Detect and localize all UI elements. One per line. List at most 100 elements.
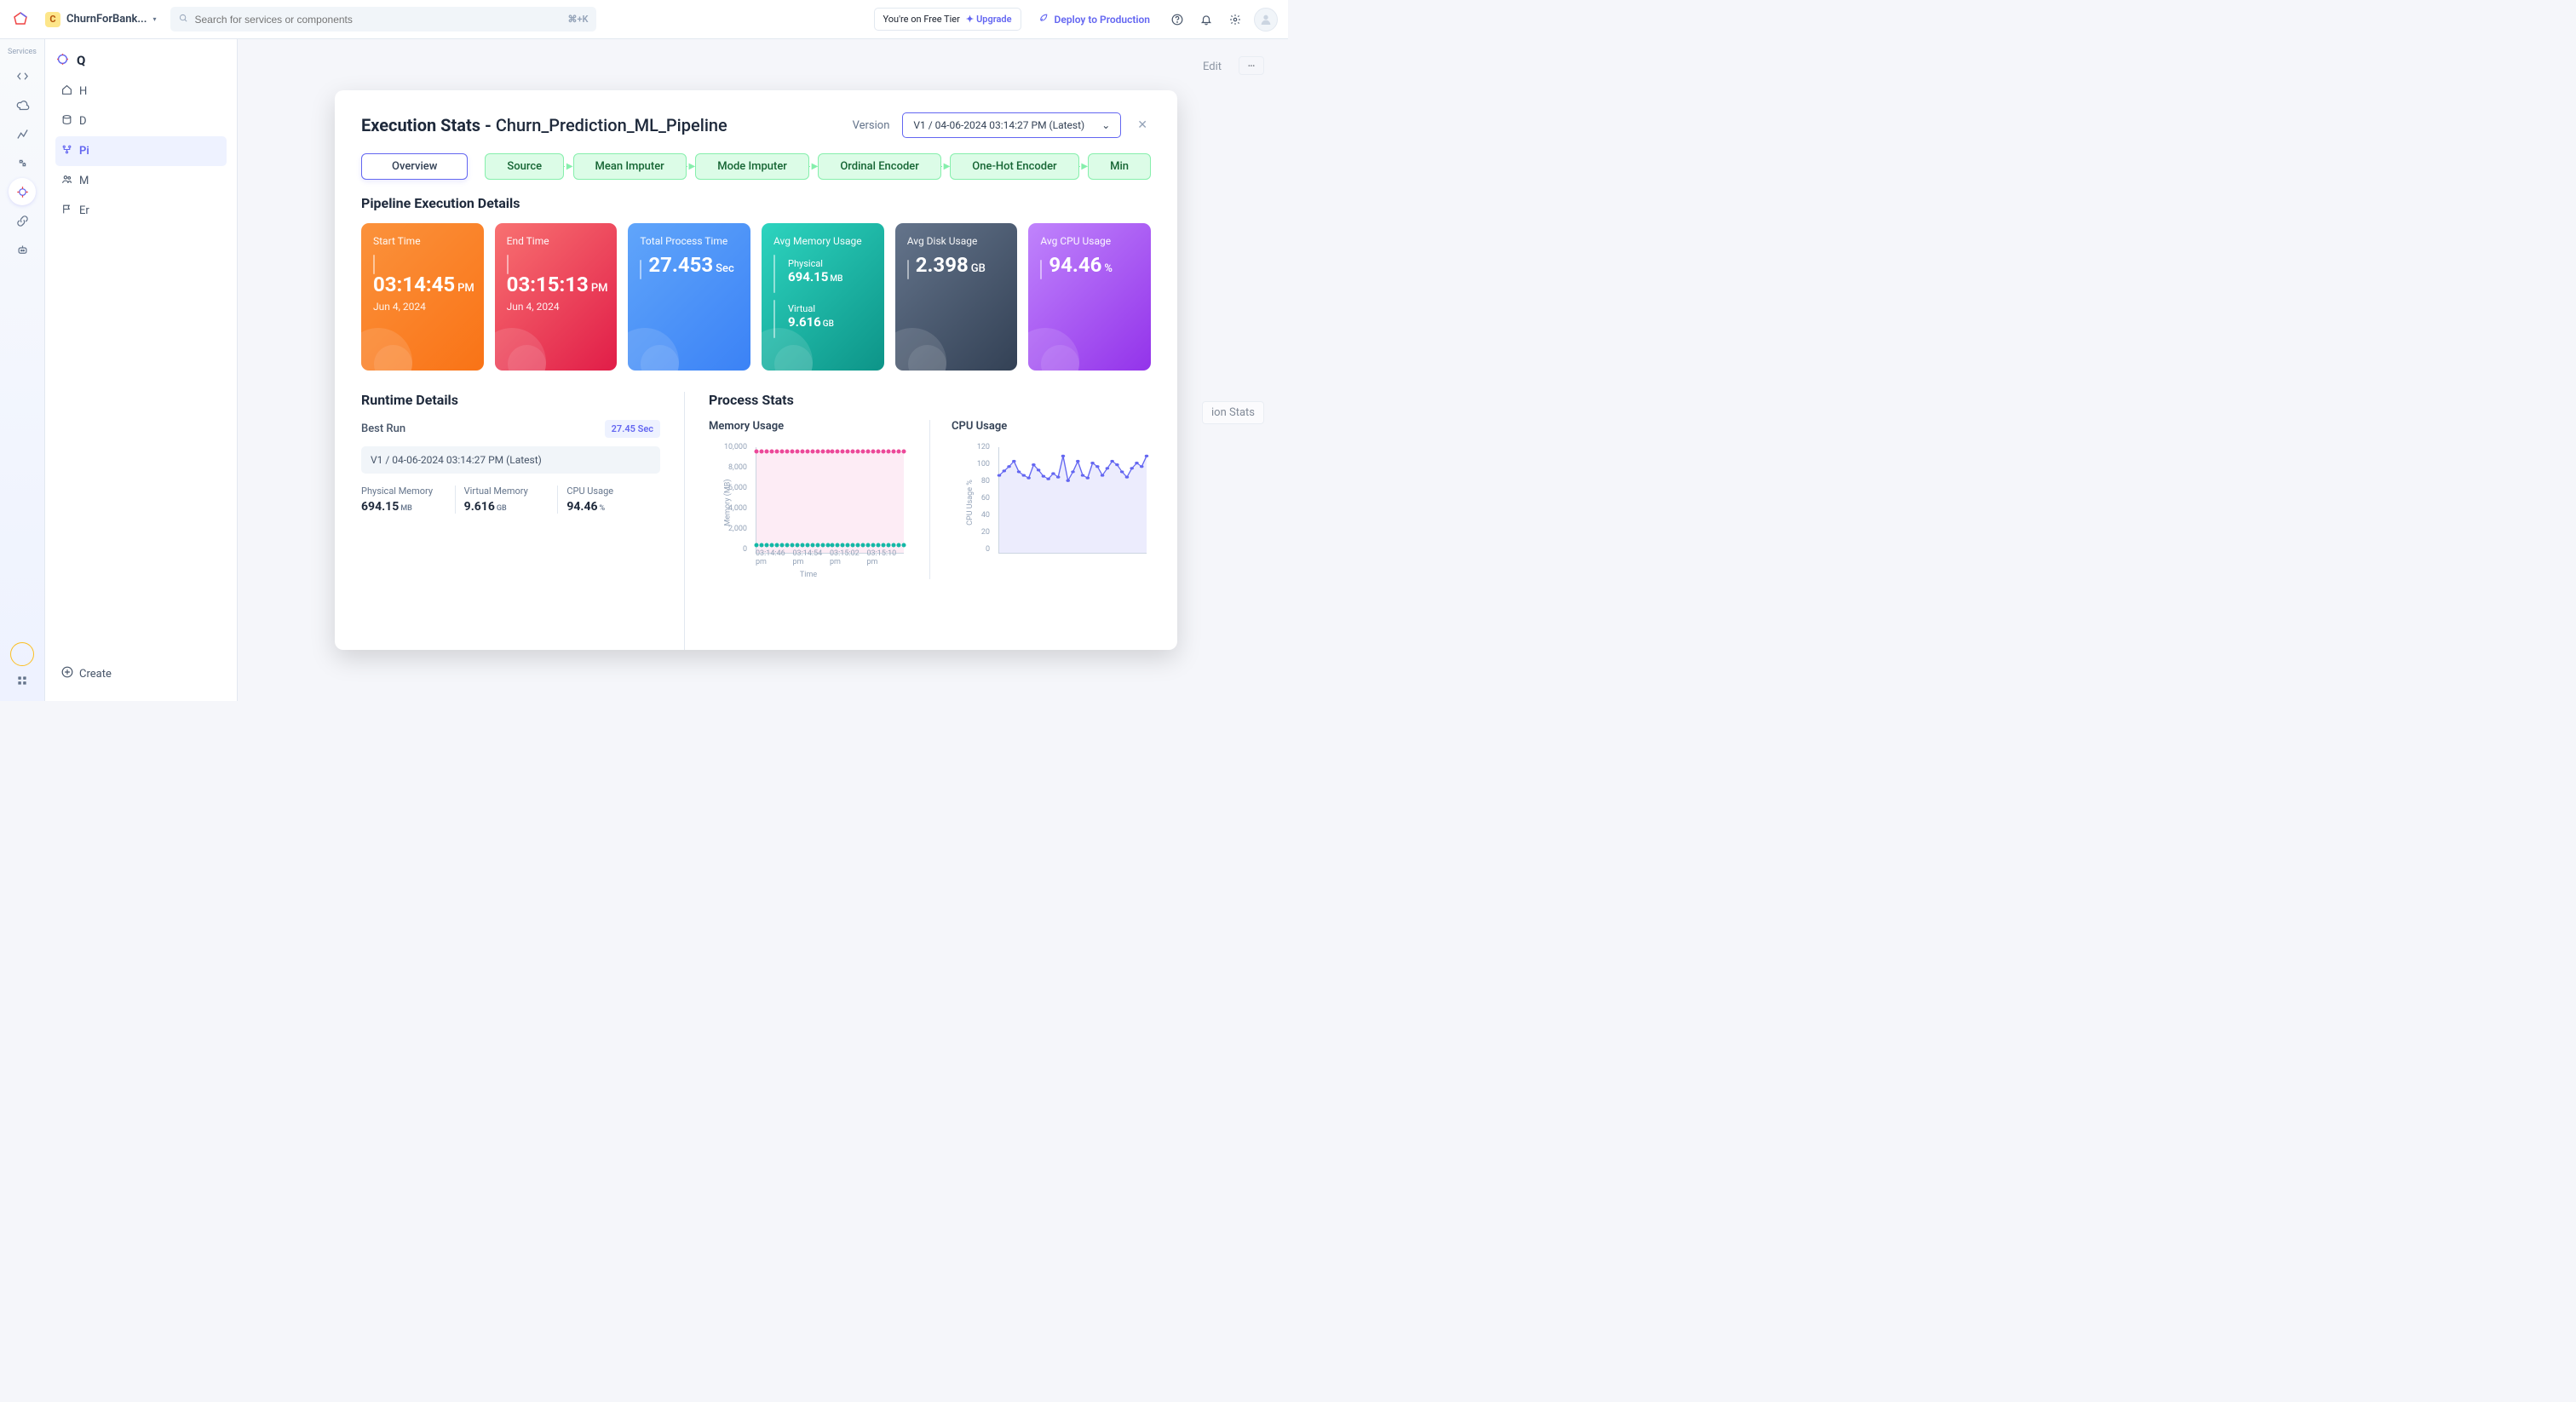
- bg-more[interactable]: •••: [1239, 56, 1264, 75]
- tier-chip: You're on Free Tier ✦ Upgrade: [874, 8, 1021, 31]
- best-run-value: 27.45 Sec: [605, 420, 660, 438]
- process-panel: Process Stats Memory Usage Memory (MB) 1…: [685, 392, 1151, 650]
- rocket-icon: [1038, 13, 1049, 26]
- sidenav-label: Er: [79, 204, 89, 217]
- avatar[interactable]: [1254, 8, 1278, 32]
- sparkle-icon: ✦: [966, 14, 974, 25]
- rail-item-cloud[interactable]: [9, 91, 36, 118]
- home-icon: [61, 84, 72, 99]
- stage-overview[interactable]: Overview: [361, 153, 468, 180]
- card-total-time: Total Process Time 27.453Sec: [628, 223, 750, 371]
- deploy-button[interactable]: Deploy to Production: [1030, 8, 1159, 32]
- rail-item-bot[interactable]: [9, 236, 36, 263]
- sidenav-item-events[interactable]: Er: [55, 196, 227, 226]
- sidenav-icon: [55, 52, 70, 68]
- runtime-title: Runtime Details: [361, 392, 660, 408]
- bell-button[interactable]: [1196, 9, 1216, 30]
- metric-virtual: Virtual Memory 9.616GB: [455, 486, 558, 514]
- sidenav-item-home[interactable]: H: [55, 77, 227, 106]
- bg-stats-btn[interactable]: ion Stats: [1202, 401, 1264, 424]
- mem-virtual-unit: GB: [823, 319, 834, 329]
- sidenav-label: D: [79, 115, 87, 128]
- memory-chart-title: Memory Usage: [709, 420, 908, 433]
- project-selector[interactable]: C ChurnForBank... ▾: [39, 9, 162, 31]
- stage-onehot[interactable]: One-Hot Encoder: [950, 153, 1078, 180]
- sidenav-item-models[interactable]: M: [55, 166, 227, 196]
- metric-value: 694.15: [361, 500, 399, 514]
- title-prefix: Execution Stats -: [361, 115, 496, 135]
- card-value: 94.46: [1049, 253, 1101, 277]
- card-unit: GB: [971, 262, 986, 275]
- close-button[interactable]: ✕: [1134, 115, 1151, 135]
- cpu-chart-title: CPU Usage: [952, 420, 1151, 433]
- brand-logo[interactable]: [10, 9, 31, 30]
- version-value: V1 / 04-06-2024 03:14:27 PM (Latest): [913, 119, 1084, 131]
- card-label: Start Time: [373, 235, 472, 247]
- card-disk: Avg Disk Usage 2.398GB: [895, 223, 1018, 371]
- card-value: 27.453: [648, 253, 713, 277]
- deploy-label: Deploy to Production: [1055, 14, 1150, 26]
- card-date: Jun 4, 2024: [507, 301, 606, 313]
- upgrade-label: Upgrade: [976, 14, 1011, 25]
- runtime-metrics: Physical Memory 694.15MB Virtual Memory …: [361, 486, 660, 514]
- mem-physical-val: 694.15: [788, 269, 828, 284]
- stage-mean[interactable]: Mean Imputer: [573, 153, 687, 180]
- version-label: Version: [853, 119, 890, 132]
- settings-button[interactable]: [1225, 9, 1245, 30]
- stage-ordinal[interactable]: Ordinal Encoder: [818, 153, 941, 180]
- rail-item-code[interactable]: [9, 62, 36, 89]
- mem-virtual-label: Virtual: [788, 303, 834, 314]
- stage-mode[interactable]: Mode Imputer: [695, 153, 809, 180]
- card-start-time: Start Time 03:14:45PM Jun 4, 2024: [361, 223, 484, 371]
- x-label: Time: [800, 571, 817, 579]
- card-label: End Time: [507, 235, 606, 247]
- topbar: C ChurnForBank... ▾ ⌘+K You're on Free T…: [0, 0, 1288, 39]
- service-rail: Services: [0, 39, 45, 701]
- stage-min[interactable]: Min: [1088, 153, 1151, 180]
- modal-title: Execution Stats - Churn_Prediction_ML_Pi…: [361, 115, 727, 135]
- create-button[interactable]: Create: [55, 659, 227, 688]
- upgrade-link[interactable]: ✦ Upgrade: [966, 14, 1012, 25]
- rail-item-pipelines[interactable]: [9, 178, 36, 205]
- search-kbd: ⌘+K: [567, 14, 588, 25]
- rail-item-integrations[interactable]: [9, 149, 36, 176]
- card-unit: PM: [591, 282, 608, 295]
- stage-source[interactable]: Source: [485, 153, 564, 180]
- chevron-down-icon: ⌄: [1101, 119, 1110, 131]
- metric-value: 94.46: [566, 500, 597, 514]
- runtime-version[interactable]: V1 / 04-06-2024 03:14:27 PM (Latest): [361, 446, 660, 474]
- tier-text: You're on Free Tier: [883, 14, 960, 25]
- create-label: Create: [79, 668, 112, 681]
- metric-label: CPU Usage: [566, 486, 652, 497]
- metric-unit: MB: [400, 504, 412, 513]
- mem-virtual-val: 9.616: [788, 314, 821, 330]
- main-area: Edit ••• ion Stats Execution Stats - Chu…: [238, 39, 1288, 701]
- sidenav-item-data[interactable]: D: [55, 106, 227, 136]
- cpu-chart: CPU Usage CPU Usage % 120100806040200: [929, 420, 1151, 579]
- search-input[interactable]: [194, 14, 561, 26]
- card-date: Jun 4, 2024: [373, 301, 472, 313]
- mem-physical-label: Physical: [788, 258, 842, 269]
- flag-icon: [61, 204, 72, 218]
- rail-item-links[interactable]: [9, 207, 36, 234]
- card-value: 03:14:45: [373, 273, 455, 296]
- sidenav-label: M: [79, 175, 89, 187]
- users-icon: [61, 174, 72, 188]
- apps-icon[interactable]: [16, 675, 28, 688]
- version-select[interactable]: V1 / 04-06-2024 03:14:27 PM (Latest) ⌄: [902, 112, 1121, 138]
- best-run-label: Best Run: [361, 422, 405, 435]
- section-details: Pipeline Execution Details: [361, 195, 1151, 211]
- project-name: ChurnForBank...: [66, 13, 147, 26]
- help-button[interactable]: [1167, 9, 1187, 30]
- usage-ring[interactable]: [10, 642, 34, 666]
- memory-chart: Memory Usage Memory (MB) 10,0008,0006,00…: [709, 420, 908, 579]
- process-title: Process Stats: [709, 392, 1151, 408]
- rail-item-analytics[interactable]: [9, 120, 36, 147]
- sidenav-item-pipelines[interactable]: Pi: [55, 136, 227, 166]
- metric-unit: GB: [497, 504, 507, 513]
- sidenav-label: Pi: [79, 145, 89, 158]
- card-label: Avg Memory Usage: [773, 235, 872, 247]
- bg-edit[interactable]: Edit: [1194, 56, 1230, 78]
- metric-physical: Physical Memory 694.15MB: [361, 486, 455, 514]
- search-box[interactable]: ⌘+K: [170, 7, 596, 32]
